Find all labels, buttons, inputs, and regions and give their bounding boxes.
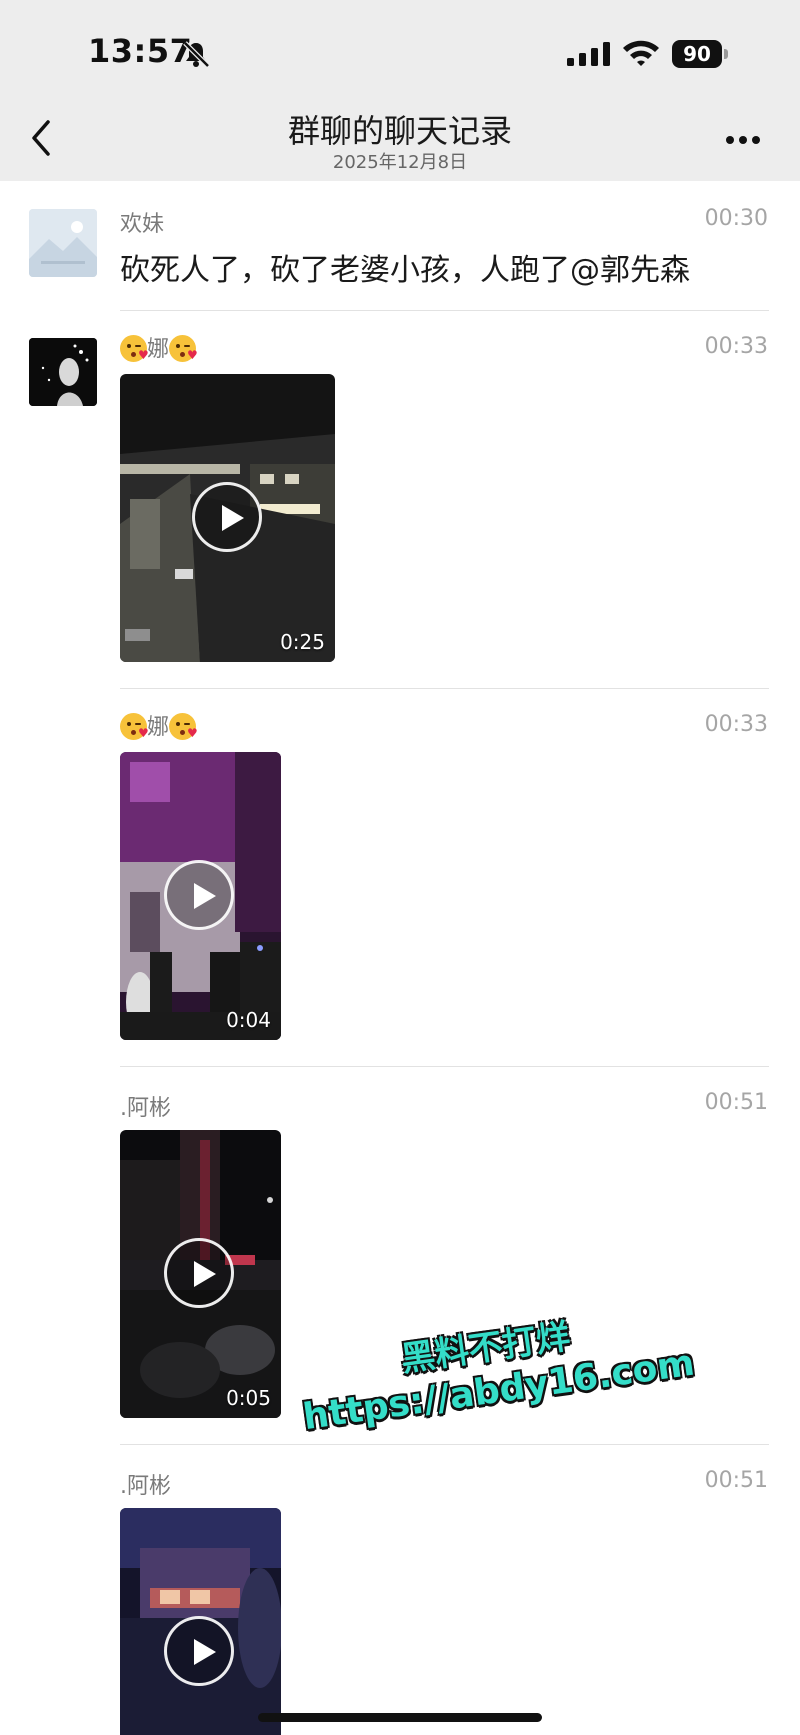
message-time: 00:30 xyxy=(704,206,768,231)
sender-name: ♥ 娜 ♥ xyxy=(120,709,198,741)
play-icon[interactable] xyxy=(164,1238,234,1308)
sender-name: .阿彬 xyxy=(120,1474,171,1499)
kissing-face-emoji: ♥ xyxy=(169,713,198,740)
sender-name-text: 娜 xyxy=(147,337,170,362)
message-time: 00:51 xyxy=(704,1468,768,1493)
more-dot xyxy=(726,136,734,144)
sender-name: ♥ 娜 ♥ xyxy=(120,331,198,363)
kissing-face-emoji: ♥ xyxy=(169,335,198,362)
video-thumbnail[interactable]: 0:04 xyxy=(120,752,281,1040)
more-dot xyxy=(739,136,747,144)
more-dot xyxy=(752,136,760,144)
sender-name: 欢妹 xyxy=(120,212,165,237)
page-title: 群聊的聊天记录 xyxy=(287,112,512,150)
watermark: 黑料不打烊 https://abdy16.com xyxy=(293,1294,697,1466)
avatar[interactable] xyxy=(29,209,97,277)
chat-history-page: 13:57 90 群聊的聊天记录 2025年12月8日 欢妹 00:30 砍死人… xyxy=(0,0,800,1735)
play-icon[interactable] xyxy=(164,860,234,930)
message-time: 00:33 xyxy=(704,712,768,737)
video-duration: 0:04 xyxy=(226,1008,271,1032)
video-thumbnail[interactable]: 0:05 xyxy=(120,1130,281,1418)
more-icon[interactable] xyxy=(718,128,768,152)
status-time: 13:57 xyxy=(88,32,193,70)
video-thumbnail[interactable]: 0:25 xyxy=(120,374,335,662)
page-subtitle: 2025年12月8日 xyxy=(332,152,468,173)
avatar-image xyxy=(29,338,97,406)
battery-level: 90 xyxy=(672,40,722,68)
sender-name: .阿彬 xyxy=(120,1096,171,1121)
message-time: 00:33 xyxy=(704,334,768,359)
video-thumbnail[interactable] xyxy=(120,1508,281,1735)
bell-off-icon xyxy=(183,41,210,68)
wifi-icon xyxy=(623,40,659,66)
message-text[interactable]: 砍死人了，砍了老婆小孩，人跑了@郭先森 xyxy=(120,245,690,289)
avatar[interactable] xyxy=(29,338,97,406)
divider xyxy=(120,688,769,689)
message-time: 00:51 xyxy=(704,1090,768,1115)
sender-name-text: 娜 xyxy=(147,715,170,740)
top-bar: 13:57 90 群聊的聊天记录 2025年12月8日 xyxy=(0,0,800,181)
video-duration: 0:05 xyxy=(226,1386,271,1410)
image-placeholder-icon xyxy=(29,209,97,277)
video-duration: 0:25 xyxy=(280,630,325,654)
signal-icon xyxy=(567,42,610,66)
divider xyxy=(120,1066,769,1067)
battery-tip xyxy=(724,49,728,59)
play-icon[interactable] xyxy=(164,1616,234,1686)
home-indicator[interactable] xyxy=(258,1713,542,1722)
chevron-left-icon[interactable] xyxy=(22,116,62,160)
battery-icon: 90 xyxy=(672,40,728,68)
divider xyxy=(120,310,769,311)
kissing-face-emoji: ♥ xyxy=(120,713,149,740)
play-icon[interactable] xyxy=(192,482,262,552)
kissing-face-emoji: ♥ xyxy=(120,335,149,362)
